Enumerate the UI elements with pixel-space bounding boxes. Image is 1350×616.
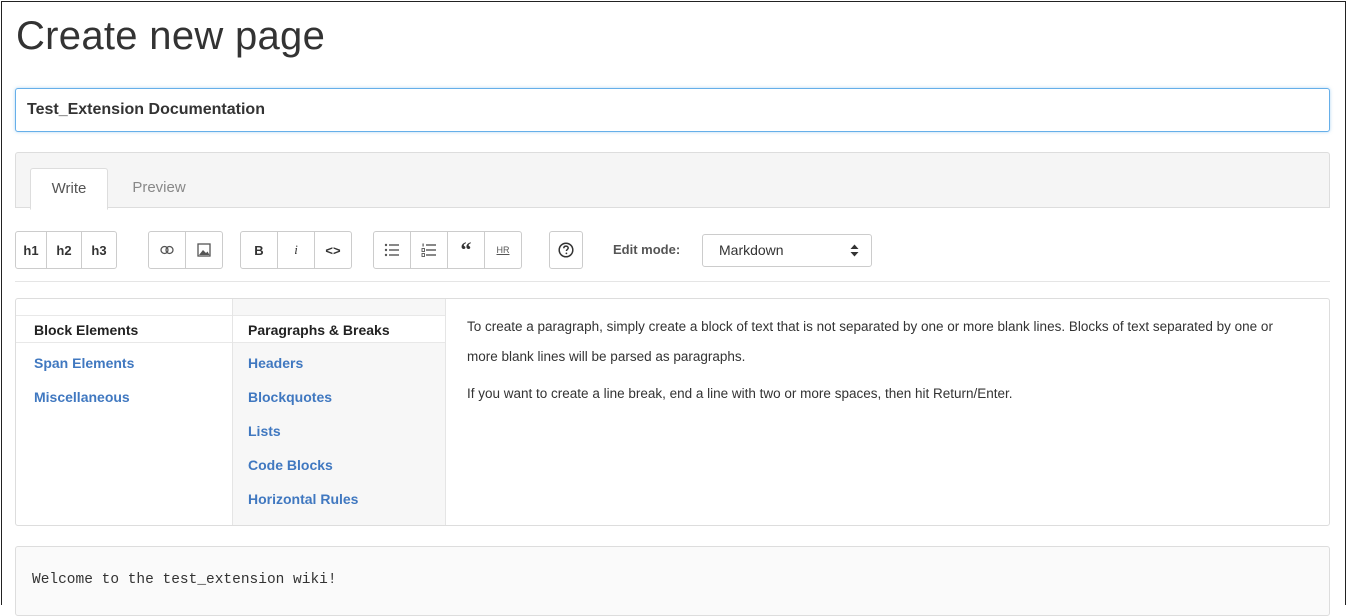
help-button[interactable]	[549, 231, 583, 269]
help-categories: Block Elements Span Elements Miscellaneo…	[16, 299, 232, 525]
page-frame: Create new page Write Preview h1 h2 h3	[1, 1, 1346, 616]
insert-button-group	[148, 231, 223, 269]
page-title-input[interactable]	[15, 88, 1330, 132]
markdown-toolbar: h1 h2 h3 B i <> “ HR Edit mode: Markdown	[15, 231, 1330, 271]
page-title: Create new page	[16, 14, 326, 58]
help-category-miscellaneous[interactable]: Miscellaneous	[16, 383, 232, 411]
ordered-list-button[interactable]	[410, 231, 448, 269]
help-topic-horizontal-rules[interactable]: Horizontal Rules	[233, 485, 445, 513]
help-topic-lists[interactable]: Lists	[233, 417, 445, 445]
h3-button[interactable]: h3	[81, 231, 117, 269]
bold-button[interactable]: B	[240, 231, 278, 269]
link-button[interactable]	[148, 231, 186, 269]
tab-write[interactable]: Write	[30, 168, 108, 210]
format-button-group: B i <>	[240, 231, 352, 269]
help-button-group	[549, 231, 583, 269]
h1-button[interactable]: h1	[15, 231, 47, 269]
edit-mode-value: Markdown	[719, 242, 784, 258]
tab-preview[interactable]: Preview	[119, 168, 199, 209]
help-topic-blockquotes[interactable]: Blockquotes	[233, 383, 445, 411]
image-button[interactable]	[185, 231, 223, 269]
help-topic-headers[interactable]: Headers	[233, 349, 445, 377]
help-paragraph: To create a paragraph, simply create a b…	[467, 319, 1273, 364]
edit-mode-select[interactable]: Markdown	[702, 234, 872, 267]
h2-button[interactable]: h2	[46, 231, 82, 269]
editor-content: Welcome to the test_extension wiki!	[32, 572, 337, 588]
code-button[interactable]: <>	[314, 231, 352, 269]
help-icon	[558, 242, 574, 258]
toolbar-divider	[15, 281, 1330, 282]
help-topic-code-blocks[interactable]: Code Blocks	[233, 451, 445, 479]
help-topics: Paragraphs & Breaks Headers Blockquotes …	[232, 299, 446, 525]
editor-tabs: Write Preview	[15, 152, 1330, 210]
block-button-group: “ HR	[373, 231, 522, 269]
ordered-list-icon	[421, 243, 437, 257]
link-icon	[159, 243, 175, 257]
help-topic-paragraphs[interactable]: Paragraphs & Breaks	[233, 315, 445, 343]
unordered-list-icon	[384, 243, 400, 257]
select-arrows-icon	[850, 235, 859, 279]
help-paragraph: If you want to create a line break, end …	[467, 386, 1013, 401]
header-button-group: h1 h2 h3	[15, 231, 117, 269]
help-content: To create a paragraph, simply create a b…	[467, 312, 1307, 416]
help-category-span-elements[interactable]: Span Elements	[16, 349, 232, 377]
markdown-help-panel: Block Elements Span Elements Miscellaneo…	[15, 298, 1330, 526]
italic-button[interactable]: i	[277, 231, 315, 269]
unordered-list-button[interactable]	[373, 231, 411, 269]
edit-mode-label: Edit mode:	[613, 242, 681, 257]
help-category-block-elements[interactable]: Block Elements	[16, 315, 232, 343]
horizontal-rule-button[interactable]: HR	[484, 231, 522, 269]
image-icon	[197, 243, 211, 257]
quote-button[interactable]: “	[447, 231, 485, 269]
page-content-editor[interactable]: Welcome to the test_extension wiki!	[15, 546, 1330, 616]
